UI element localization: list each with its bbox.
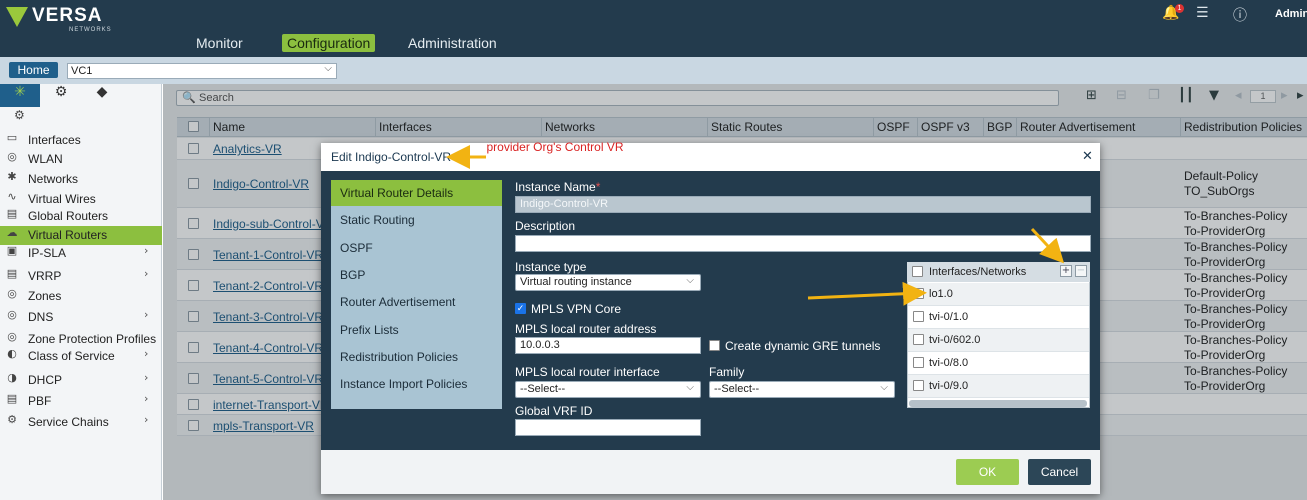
annotation-arrows [446,145,1065,306]
arrow-to-lo1 [807,281,927,306]
arrow-to-add-interface [1030,227,1065,264]
